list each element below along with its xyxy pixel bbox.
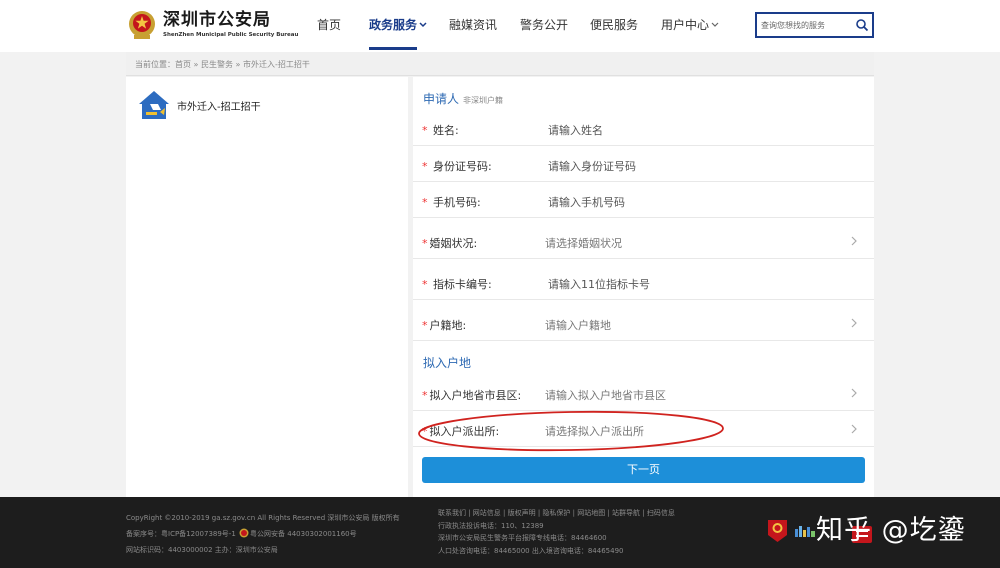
icp-number[interactable]: 备案序号：粤ICP备12007389号-1 <box>126 530 236 538</box>
annotation-ellipse <box>418 410 724 452</box>
label-text: 拟入户地省市县区: <box>429 389 522 402</box>
name-input[interactable]: 请输入姓名 <box>548 122 603 138</box>
breadcrumb-bar: 当前位置：首页 » 民生警务 » 市外迁入-招工招干 <box>126 52 874 76</box>
required-mark: * <box>422 196 428 209</box>
logo-subtitle: ShenZhen Municipal Public Security Burea… <box>163 32 299 38</box>
nav-government-services[interactable]: 政务服务 <box>369 16 427 33</box>
label-text: 手机号码: <box>433 196 481 209</box>
required-mark: * <box>422 278 428 291</box>
nav-label: 用户中心 <box>661 18 710 32</box>
marital-status-select[interactable]: 请选择婚姻状况 <box>545 235 622 251</box>
required-mark: * <box>422 237 428 250</box>
footer-consult-phone: 人口处咨询电话：84465000 出入境咨询电话：84465490 <box>438 546 624 555</box>
destination-district-input[interactable]: 请输入拟入户地省市县区 <box>545 387 666 403</box>
label-text: 婚姻状况: <box>429 237 478 250</box>
label-text: 姓名: <box>433 124 459 137</box>
chevron-down-icon <box>419 22 427 28</box>
field-label: * 婚姻状况: <box>422 235 477 251</box>
search-input[interactable] <box>761 17 853 33</box>
field-label: * 姓名: <box>422 122 459 138</box>
chevron-right-icon <box>851 424 857 434</box>
police-emblem-icon[interactable] <box>126 9 158 41</box>
footer-legal: CopyRight ©2010-2019 ga.sz.gov.cn All Ri… <box>126 510 400 558</box>
police-record-number[interactable]: 粤公网安备 44030302001160号 <box>250 530 357 538</box>
destination-district-row[interactable]: * 拟入户地省市县区: 请输入拟入户地省市县区 <box>413 375 874 411</box>
id-number-field-row[interactable]: * 身份证号码: 请输入身份证号码 <box>413 146 874 182</box>
household-origin-input[interactable]: 请输入户籍地 <box>545 317 611 333</box>
search-icon[interactable] <box>855 18 869 32</box>
footer-site-code: 网站标识码：4403000002 主办：深圳市公安局 <box>126 546 278 554</box>
section-subtitle: 非深圳户籍 <box>463 96 504 105</box>
chevron-down-icon <box>711 22 719 27</box>
label-text: 户籍地: <box>429 319 467 332</box>
site-logo-text[interactable]: 深圳市公安局 ShenZhen Municipal Public Securit… <box>163 10 298 39</box>
footer-icp: 备案序号：粤ICP备12007389号-1 粤公网安备 440303020011… <box>126 526 400 542</box>
field-label: * 户籍地: <box>422 317 466 333</box>
required-mark: * <box>422 389 428 402</box>
nav-convenience-services[interactable]: 便民服务 <box>590 16 638 33</box>
phone-input[interactable]: 请输入手机号码 <box>548 194 625 210</box>
household-origin-row[interactable]: * 户籍地: 请输入户籍地 <box>413 305 874 341</box>
chevron-right-icon <box>851 388 857 398</box>
quota-card-input[interactable]: 请输入11位指标卡号 <box>548 276 650 292</box>
marital-status-select-row[interactable]: * 婚姻状况: 请选择婚姻状况 <box>413 223 874 259</box>
quota-card-field-row[interactable]: * 指标卡编号: 请输入11位指标卡号 <box>413 264 874 300</box>
footer-link-list[interactable]: 联系我们 | 网站信息 | 版权声明 | 隐私保护 | 网站地图 | 站群导航 … <box>438 507 675 520</box>
name-field-row[interactable]: * 姓名: 请输入姓名 <box>413 110 874 146</box>
nav-label: 政务服务 <box>369 18 418 32</box>
id-number-input[interactable]: 请输入身份证号码 <box>548 158 636 174</box>
breadcrumb[interactable]: 当前位置：首页 » 民生警务 » 市外迁入-招工招干 <box>135 59 310 70</box>
footer-complaint-phone: 行政执法投诉电话：110、12389 <box>438 521 544 530</box>
label-text: 指标卡编号: <box>433 278 492 291</box>
label-text: 身份证号码: <box>433 160 492 173</box>
field-label: * 身份证号码: <box>422 158 492 174</box>
required-mark: * <box>422 124 428 137</box>
footer-support-phone: 深圳市公安局民生警务平台报障专线电话：84464600 <box>438 534 607 542</box>
house-move-icon <box>139 91 169 119</box>
next-page-button[interactable]: 下一页 <box>422 457 865 483</box>
required-mark: * <box>422 160 428 173</box>
chevron-right-icon <box>851 236 857 246</box>
field-label: * 指标卡编号: <box>422 276 492 292</box>
field-label: * 拟入户地省市县区: <box>422 387 521 403</box>
required-mark: * <box>422 319 428 332</box>
service-title: 市外迁入-招工招干 <box>177 102 261 113</box>
nav-active-indicator <box>369 47 417 50</box>
logo-title: 深圳市公安局 <box>163 10 271 30</box>
party-government-badge-icon[interactable] <box>766 518 789 543</box>
applicant-section-heading: 申请人 非深圳户籍 <box>423 90 503 107</box>
nav-user-center[interactable]: 用户中心 <box>661 16 719 33</box>
service-info-panel: 市外迁入-招工招干 <box>126 77 408 497</box>
nav-home[interactable]: 首页 <box>317 16 341 33</box>
field-label: * 手机号码: <box>422 194 481 210</box>
site-header: 深圳市公安局 ShenZhen Municipal Public Securit… <box>0 0 1000 52</box>
city-skyline-logo-icon[interactable] <box>794 524 816 538</box>
police-badge-icon <box>239 528 249 538</box>
section-title: 申请人 <box>423 92 460 106</box>
footer-copyright: CopyRight ©2010-2019 ga.sz.gov.cn All Ri… <box>126 514 400 522</box>
chevron-right-icon <box>851 318 857 328</box>
site-footer: CopyRight ©2010-2019 ga.sz.gov.cn All Ri… <box>0 497 1000 568</box>
search-box <box>755 12 874 38</box>
phone-field-row[interactable]: * 手机号码: 请输入手机号码 <box>413 182 874 218</box>
nav-media-news[interactable]: 融媒资讯 <box>449 16 497 33</box>
footer-links: 联系我们 | 网站信息 | 版权声明 | 隐私保护 | 网站地图 | 站群导航 … <box>438 507 675 557</box>
nav-police-affairs[interactable]: 警务公开 <box>520 16 568 33</box>
zhihu-watermark: 知乎 @圪鎏 <box>816 515 966 546</box>
destination-section-heading: 拟入户地 <box>423 356 472 370</box>
